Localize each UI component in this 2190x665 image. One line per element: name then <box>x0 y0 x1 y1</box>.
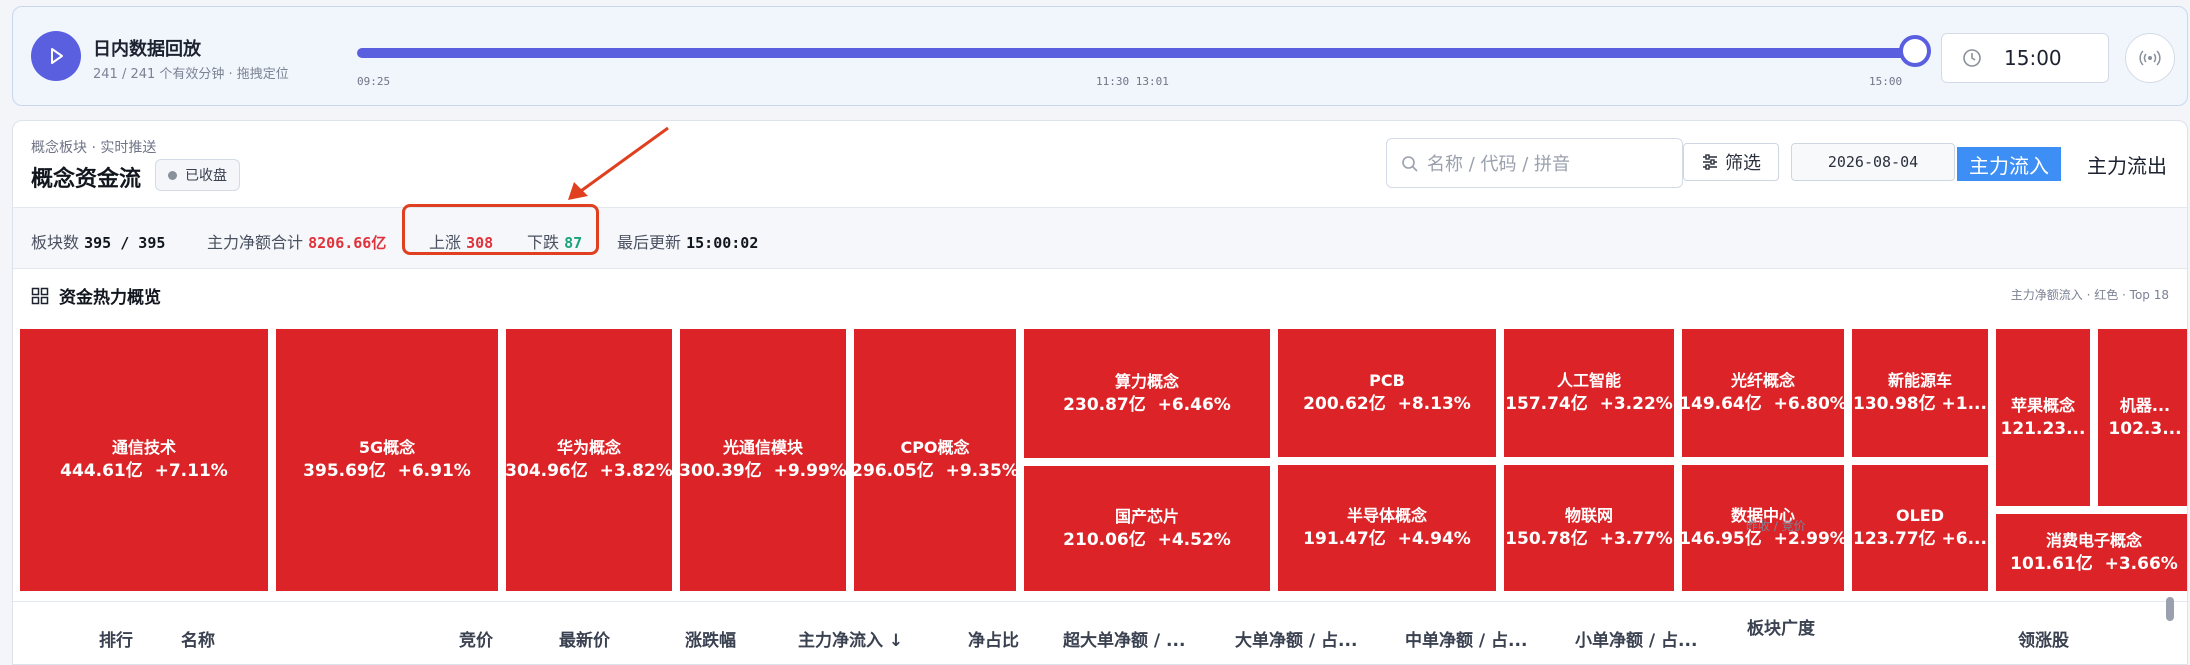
tab-main-outflow[interactable]: 主力流出 <box>2065 147 2187 181</box>
broadcast-icon <box>2139 50 2161 66</box>
replay-title: 日内数据回放 <box>93 39 201 60</box>
time-value: 15:00 <box>2004 46 2062 70</box>
sector-count-value: 395 / 395 <box>84 234 166 252</box>
heatmap-cell[interactable]: 国产芯片 210.06亿 +4.52% <box>1024 466 1270 591</box>
grid-icon <box>31 287 49 304</box>
timeline-track[interactable] <box>357 48 1913 58</box>
filter-sliders-icon <box>1703 154 1717 170</box>
tick-midday: 11:30 13:01 <box>1096 75 1169 88</box>
heatmap-legend-note: 主力净额流入 · 红色 · Top 18 <box>2010 288 2169 302</box>
heatmap-cell[interactable]: 消费电子概念 101.61亿 +3.66% <box>1996 514 2187 591</box>
heatmap-cell[interactable]: OLED 123.77亿 +6... <box>1852 465 1988 591</box>
fund-flow-table-header: 排行 名称 竞价 最新价 涨跌幅 主力净流入 ↓ 净占比 超大单净额 / ...… <box>13 601 2187 664</box>
table-scrollbar[interactable] <box>2166 597 2174 621</box>
breadth-subheader: 昨收 / 竞价 <box>1746 519 1806 533</box>
col-medium-order-net[interactable]: 中单净额 / 占... <box>1405 626 1527 651</box>
concept-fund-flow-panel: 概念板块 · 实时推送 概念资金流 已收盘 筛选 2026-08-04 主力流入… <box>12 120 2188 665</box>
page-title: 概念资金流 <box>31 167 142 192</box>
col-sector-breadth[interactable]: 板块广度 <box>1747 614 1815 639</box>
net-total-value: 8206.66亿 <box>308 234 387 252</box>
col-name[interactable]: 名称 <box>181 626 215 651</box>
net-total-stat: 主力净额合计 8206.66亿 <box>207 233 387 252</box>
heatmap-section-title: 资金热力概览 <box>31 283 161 308</box>
col-rank[interactable]: 排行 <box>99 626 133 651</box>
heatmap-cell[interactable]: 新能源车 130.98亿 +1... <box>1852 329 1988 457</box>
tab-main-inflow[interactable]: 主力流入 <box>1957 147 2061 181</box>
col-last-price[interactable]: 最新价 <box>559 626 610 651</box>
col-large-order-net[interactable]: 大单净额 / 占... <box>1235 626 1357 651</box>
heatmap-cell[interactable]: 苹果概念 121.23... <box>1996 329 2090 506</box>
last-updated-value: 15:00:02 <box>686 234 759 252</box>
tick-start: 09:25 <box>357 75 391 88</box>
search-icon <box>1402 156 1418 172</box>
live-broadcast-button[interactable] <box>2125 33 2175 83</box>
tick-end: 15:00 <box>1869 75 1903 88</box>
col-change-pct[interactable]: 涨跌幅 <box>685 626 736 651</box>
search-box[interactable] <box>1386 138 1683 188</box>
heatmap-cell[interactable]: 光通信模块 300.39亿 +9.99% <box>680 329 846 591</box>
col-small-order-net[interactable]: 小单净额 / 占... <box>1575 626 1697 651</box>
heatmap-cell[interactable]: 通信技术 444.61亿 +7.11% <box>20 329 268 591</box>
heatmap-cell[interactable]: 算力概念 230.87亿 +6.46% <box>1024 329 1270 458</box>
col-net-ratio[interactable]: 净占比 <box>968 626 1019 651</box>
status-dot-icon <box>168 170 177 180</box>
filter-button[interactable]: 筛选 <box>1683 143 1779 181</box>
status-label: 已收盘 <box>185 168 227 184</box>
breadcrumb: 概念板块 · 实时推送 <box>31 140 157 156</box>
heatmap-cell[interactable]: 物联网 150.78亿 +3.77% <box>1504 465 1674 591</box>
play-button[interactable] <box>31 31 81 81</box>
heatmap-cell[interactable]: 5G概念 395.69亿 +6.91% <box>276 329 498 591</box>
heatmap-cell[interactable]: 华为概念 304.96亿 +3.82% <box>506 329 672 591</box>
heatmap-cell[interactable]: PCB 200.62亿 +8.13% <box>1278 329 1496 457</box>
fund-heatmap-treemap: 通信技术 444.61亿 +7.11% 5G概念 395.69亿 +6.91% 华为… <box>20 329 2187 591</box>
annotation-arrow-icon <box>568 126 669 200</box>
heatmap-cell[interactable]: 光纤概念 149.64亿 +6.80% <box>1682 329 1844 457</box>
col-main-net-inflow[interactable]: 主力净流入 ↓ <box>798 626 903 651</box>
replay-subtitle: 241 / 241 个有效分钟 · 拖拽定位 <box>93 67 289 82</box>
col-leading-stock[interactable]: 领涨股 <box>2018 626 2069 651</box>
time-input[interactable]: 15:00 <box>1941 33 2109 83</box>
search-input[interactable] <box>1427 151 1667 177</box>
filter-label: 筛选 <box>1725 153 1761 174</box>
sector-count-stat: 板块数 395 / 395 <box>31 233 166 252</box>
col-auction[interactable]: 竞价 <box>459 626 493 651</box>
heatmap-cell[interactable]: 半导体概念 191.47亿 +4.94% <box>1278 465 1496 591</box>
date-picker[interactable]: 2026-08-04 <box>1791 143 1955 181</box>
heatmap-cell[interactable]: CPO概念 296.05亿 +9.35% <box>854 329 1016 591</box>
clock-icon <box>1963 49 1981 67</box>
replay-bar: 日内数据回放 241 / 241 个有效分钟 · 拖拽定位 09:25 11:3… <box>12 6 2188 106</box>
summary-stats-bar: 板块数 395 / 395 主力净额合计 8206.66亿 上涨 308 下跌 … <box>13 207 2187 269</box>
last-updated-stat: 最后更新 15:00:02 <box>617 233 759 252</box>
market-status-badge: 已收盘 <box>155 159 240 191</box>
play-icon <box>51 48 63 64</box>
heatmap-cell[interactable]: 机器... 102.3... <box>2098 329 2187 506</box>
up-down-highlight-box <box>402 204 599 255</box>
col-xl-order-net[interactable]: 超大单净额 / ... <box>1063 626 1185 651</box>
heatmap-cell[interactable]: 人工智能 157.74亿 +3.22% <box>1504 329 1674 457</box>
timeline-handle[interactable] <box>1899 35 1931 67</box>
